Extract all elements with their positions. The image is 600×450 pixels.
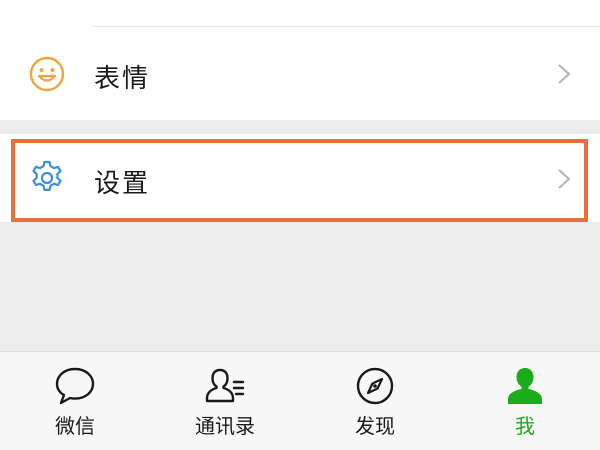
tab-chats[interactable]: 微信 bbox=[0, 352, 150, 450]
contacts-icon bbox=[205, 368, 245, 403]
tab-label: 发现 bbox=[355, 414, 395, 438]
compass-icon bbox=[356, 367, 394, 405]
tab-contacts[interactable]: 通讯录 bbox=[150, 352, 300, 450]
tab-label: 通讯录 bbox=[195, 414, 255, 438]
chevron-right-icon bbox=[558, 64, 571, 84]
menu-row-stickers[interactable]: 表情 bbox=[0, 27, 600, 120]
me-screen: 表情 设置 微信 通讯录 发现 我 bbox=[0, 0, 600, 450]
chat-bubble-icon bbox=[55, 367, 95, 405]
smiley-icon bbox=[29, 56, 65, 92]
menu-row-settings[interactable]: 设置 bbox=[0, 134, 600, 222]
person-icon bbox=[508, 368, 542, 404]
tab-label: 微信 bbox=[55, 414, 95, 438]
chevron-right-icon bbox=[558, 169, 571, 189]
bottom-tab-bar: 微信 通讯录 发现 我 bbox=[0, 351, 600, 450]
tab-me[interactable]: 我 bbox=[450, 352, 600, 450]
menu-row-label: 设置 bbox=[94, 169, 151, 199]
tab-label: 我 bbox=[515, 414, 535, 438]
gear-icon bbox=[32, 160, 62, 191]
tab-discover[interactable]: 发现 bbox=[300, 352, 450, 450]
menu-row-label: 表情 bbox=[94, 64, 151, 94]
